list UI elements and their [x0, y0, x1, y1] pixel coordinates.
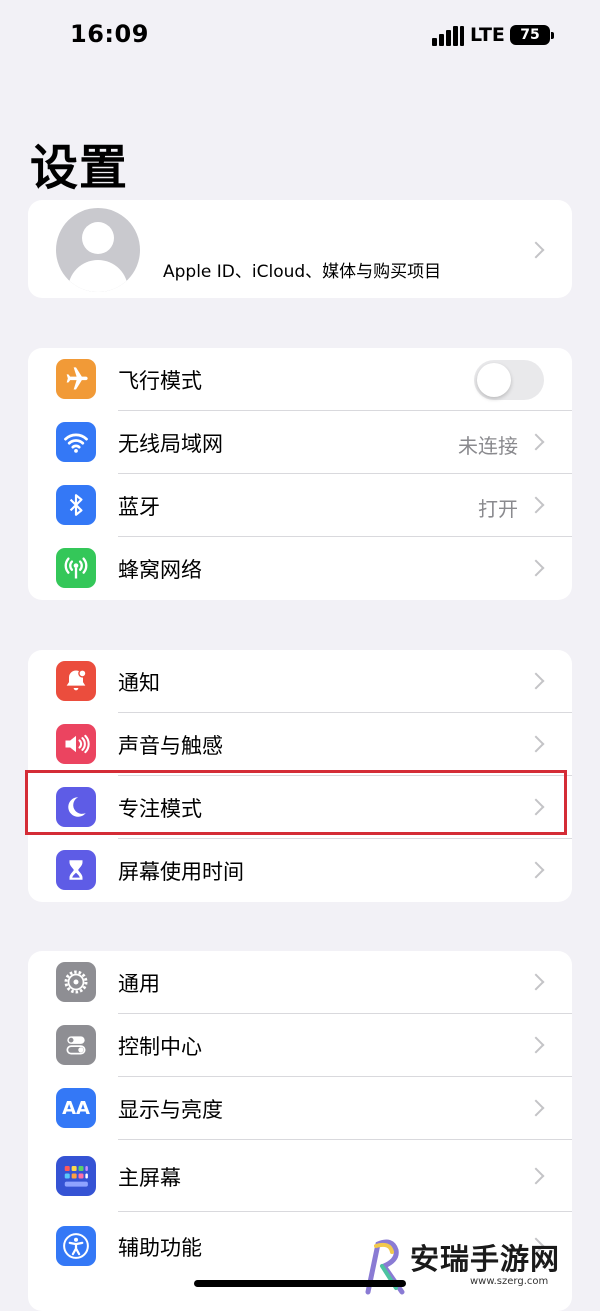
row-label: 无线局域网	[118, 432, 223, 456]
watermark-logo-icon	[365, 1239, 405, 1295]
connectivity-group: 飞行模式 无线局域网 未连接 蓝牙 打开 蜂窝网络	[28, 348, 572, 600]
row-label: 通知	[118, 671, 160, 695]
status-time: 16:09	[70, 20, 149, 48]
bluetooth-icon	[56, 485, 96, 525]
row-value: 打开	[478, 497, 518, 521]
row-label: 蓝牙	[118, 495, 160, 519]
row-label: 通用	[118, 972, 160, 996]
chevron-right-icon	[527, 735, 545, 753]
display-icon: AA	[56, 1088, 96, 1128]
control-center-icon	[56, 1025, 96, 1065]
notifications-icon	[56, 661, 96, 701]
network-type: LTE	[470, 24, 505, 46]
airplane-icon	[56, 359, 96, 399]
row-label: 主屏幕	[118, 1166, 181, 1190]
gear-icon	[56, 962, 96, 1002]
chevron-right-icon	[527, 861, 545, 879]
apple-id-row[interactable]: Apple ID、iCloud、媒体与购买项目	[28, 200, 572, 298]
settings-row-cellular[interactable]: 蜂窝网络	[28, 537, 572, 600]
home-screen-icon	[56, 1156, 96, 1196]
row-label: 蜂窝网络	[118, 558, 202, 582]
avatar	[56, 208, 140, 292]
row-label: 显示与亮度	[118, 1098, 223, 1122]
row-label: 控制中心	[118, 1035, 202, 1059]
chevron-right-icon	[527, 672, 545, 690]
row-label: 屏幕使用时间	[118, 860, 244, 884]
chevron-right-icon	[527, 1167, 545, 1185]
chevron-right-icon	[527, 1099, 545, 1117]
watermark: 安瑞手游网 www.szerg.com	[362, 1236, 600, 1298]
settings-row-airplane-mode[interactable]: 飞行模式	[28, 348, 572, 411]
home-indicator[interactable]	[194, 1280, 406, 1287]
settings-row-display[interactable]: AA 显示与亮度	[28, 1077, 572, 1140]
settings-row-screen-time[interactable]: 屏幕使用时间	[28, 839, 572, 902]
accessibility-icon	[56, 1226, 96, 1266]
row-label: 声音与触感	[118, 734, 223, 758]
airplane-mode-toggle[interactable]	[474, 360, 544, 400]
chevron-right-icon	[527, 559, 545, 577]
sound-icon	[56, 724, 96, 764]
settings-row-bluetooth[interactable]: 蓝牙 打开	[28, 474, 572, 537]
chevron-right-icon	[527, 496, 545, 514]
row-label: 飞行模式	[118, 369, 202, 393]
wifi-icon	[56, 422, 96, 462]
row-value: 未连接	[458, 434, 518, 458]
settings-row-notifications[interactable]: 通知	[28, 650, 572, 713]
settings-row-wifi[interactable]: 无线局域网 未连接	[28, 411, 572, 474]
apple-id-subtitle: Apple ID、iCloud、媒体与购买项目	[163, 262, 442, 282]
watermark-text: 安瑞手游网	[410, 1242, 561, 1276]
chevron-right-icon	[527, 433, 545, 451]
chevron-right-icon	[527, 241, 545, 259]
watermark-url: www.szerg.com	[470, 1276, 549, 1287]
chevron-right-icon	[527, 1036, 545, 1054]
status-bar: 16:09 LTE 75	[0, 0, 600, 72]
settings-row-home-screen[interactable]: 主屏幕	[28, 1140, 572, 1212]
battery-icon: 75	[510, 25, 554, 45]
signal-strength-icon	[432, 26, 464, 46]
cellular-icon	[56, 548, 96, 588]
settings-row-sounds[interactable]: 声音与触感	[28, 713, 572, 776]
page-title: 设置	[30, 140, 129, 196]
focus-mode-highlight-box	[25, 770, 567, 835]
row-label: 辅助功能	[118, 1236, 202, 1260]
hourglass-icon	[56, 850, 96, 890]
chevron-right-icon	[527, 973, 545, 991]
settings-row-control-center[interactable]: 控制中心	[28, 1014, 572, 1077]
settings-row-general[interactable]: 通用	[28, 951, 572, 1014]
